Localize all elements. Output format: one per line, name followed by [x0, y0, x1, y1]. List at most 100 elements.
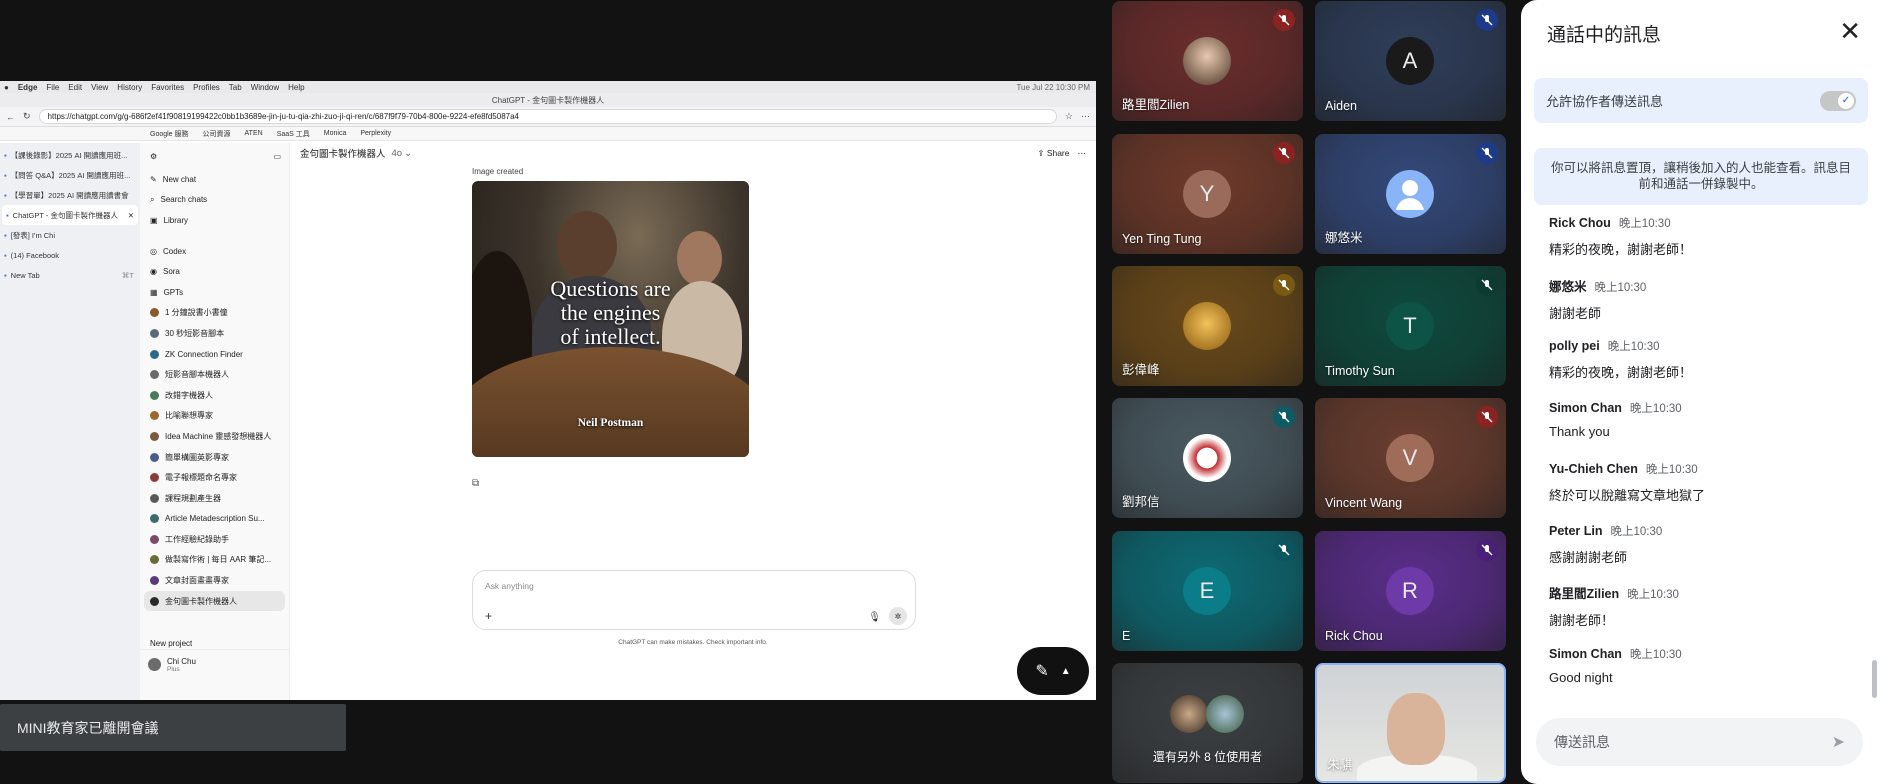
scrollbar[interactable]: [1872, 660, 1877, 698]
menu-item-8[interactable]: Window: [251, 83, 279, 92]
participant-tile[interactable]: 朱騏: [1315, 663, 1506, 783]
allow-messages-toggle[interactable]: ✓: [1820, 90, 1856, 111]
gpt-list-item[interactable]: 文章封面畫畫專家: [140, 570, 289, 591]
codex-button[interactable]: ◎ Codex: [140, 241, 289, 262]
menu-item-9[interactable]: Help: [288, 83, 304, 92]
gpt-list-item[interactable]: ZK Connection Finder: [140, 344, 289, 365]
browser-tab[interactable]: ▪ 【學習單】2025 AI 開讀應用讀書會: [0, 185, 140, 205]
message-header: Rick Chou 晚上10:30: [1549, 214, 1859, 232]
gpt-list-item[interactable]: 電子報標題命名專家: [140, 467, 289, 488]
participant-tile[interactable]: 娜悠米: [1315, 134, 1506, 254]
sidebar-toggle-icon[interactable]: ▭: [273, 152, 281, 161]
back-icon[interactable]: ←: [6, 112, 15, 122]
refresh-icon[interactable]: ↻: [23, 111, 31, 122]
gpt-list-item[interactable]: 改錯字機器人: [140, 385, 289, 406]
avatar: [148, 658, 161, 671]
sora-button[interactable]: ◉ Sora: [140, 261, 289, 282]
mic-off-icon: [1273, 539, 1295, 561]
openai-logo-icon[interactable]: ⚙: [150, 152, 157, 161]
copy-icon[interactable]: ⧉: [472, 478, 479, 489]
close-tab-icon[interactable]: ✕: [128, 211, 134, 220]
search-chats-button[interactable]: ⌕ Search chats: [140, 190, 289, 211]
browser-tab[interactable]: ▪ ChatGPT - 金句圖卡製作機器人 ✕: [2, 205, 138, 225]
gpt-list-item[interactable]: 簡單構圖英影專家: [140, 447, 289, 468]
gpt-list-item[interactable]: 做製寫作術 | 每日 AAR 筆記...: [140, 550, 289, 571]
bookmark-5[interactable]: Perplexity: [360, 130, 391, 137]
menu-item-6[interactable]: Profiles: [193, 83, 220, 92]
voice-mode-icon[interactable]: ✲: [889, 607, 907, 625]
avatar-photo: [1183, 37, 1231, 85]
gpt-list-item[interactable]: Idea Machine 靈感發想機器人: [140, 426, 289, 447]
gpt-list-item[interactable]: 課程規劃產生器: [140, 488, 289, 509]
bookmark-0[interactable]: Google 服務: [150, 129, 189, 139]
plus-icon[interactable]: +: [485, 609, 492, 623]
avatar-initial: R: [1402, 578, 1418, 603]
participant-name: Yen Ting Tung: [1122, 232, 1202, 246]
gpt-list-item[interactable]: 1 分鐘說書小書僮: [140, 303, 289, 324]
message-composer[interactable]: Ask anything + 🎙 ✲: [472, 570, 916, 630]
menu-item-4[interactable]: History: [117, 83, 142, 92]
share-button[interactable]: ⇪ Share: [1037, 148, 1069, 159]
generated-quote-image[interactable]: Questions are the engines of intellect. …: [472, 181, 749, 457]
chat-message: Yu-Chieh Chen 晚上10:30 終於可以脫離寫文章地獄了: [1549, 460, 1859, 522]
browser-tab[interactable]: ▪ 【問答 Q&A】2025 AI 開讀應用班...: [0, 165, 140, 185]
participant-name: E: [1122, 629, 1131, 643]
new-chat-button[interactable]: ✎ New chat: [140, 169, 289, 190]
bookmark-4[interactable]: Monica: [324, 130, 347, 137]
participant-tile[interactable]: A Aiden: [1315, 1, 1506, 121]
browser-tab[interactable]: ▪ (14) Facebook: [0, 245, 140, 265]
tab-favicon-icon: ▪: [6, 210, 9, 220]
model-label[interactable]: 4o: [392, 148, 403, 159]
browser-tab[interactable]: ▪ [發表] I'm Chi: [0, 225, 140, 245]
url-field[interactable]: https://chatgpt.com/g/g-686f2ef41f908191…: [38, 109, 1057, 124]
participant-tile[interactable]: T Timothy Sun: [1315, 266, 1506, 386]
menu-item-3[interactable]: View: [91, 83, 108, 92]
message-time: 晚上10:30: [1629, 402, 1682, 415]
browser-tab[interactable]: ▪ 【課後錄影】2025 AI 開讀應用班...: [0, 145, 140, 165]
bookmark-3[interactable]: SaaS 工具: [277, 129, 310, 139]
tab-label: ChatGPT - 金句圖卡製作機器人: [12, 210, 118, 220]
participant-tile[interactable]: V Vincent Wang: [1315, 398, 1506, 518]
participant-tile[interactable]: 還有另外 8 位使用者: [1112, 663, 1303, 783]
gpt-avatar-icon: [150, 411, 159, 421]
annotate-button[interactable]: ✎ ▲: [1017, 647, 1089, 695]
gpt-list-item[interactable]: Article Metadescription Su...: [140, 509, 289, 530]
menu-item-2[interactable]: Edit: [68, 83, 82, 92]
gpt-list-item[interactable]: 金句圖卡製作機器人: [144, 590, 285, 612]
chevron-down-icon[interactable]: ⌄: [404, 148, 412, 159]
user-profile[interactable]: Chi Chu Plus: [140, 649, 289, 679]
gpt-list-item[interactable]: 工作經驗紀錄助手: [140, 529, 289, 550]
send-icon[interactable]: ➤: [1832, 732, 1845, 752]
gpts-button[interactable]: ▦ GPTs: [140, 282, 289, 303]
browser-tab[interactable]: ▪ New Tab ⌘T: [0, 265, 140, 285]
apple-icon[interactable]: ●: [4, 83, 9, 92]
participant-tile[interactable]: 彭偉峰: [1112, 266, 1303, 386]
menu-item-1[interactable]: File: [46, 83, 59, 92]
favorite-icon[interactable]: ☆: [1065, 111, 1073, 122]
menu-item-5[interactable]: Favorites: [151, 83, 184, 92]
avatar: R: [1386, 567, 1434, 615]
microphone-icon[interactable]: 🎙: [868, 612, 881, 623]
participant-tile[interactable]: 路里閻Zilien: [1112, 1, 1303, 121]
gpt-title[interactable]: 金句圖卡製作機器人: [300, 146, 386, 160]
send-message-input[interactable]: 傳送訊息 ➤: [1536, 718, 1863, 766]
more-options-icon[interactable]: ⋯: [1078, 148, 1087, 159]
bookmark-2[interactable]: ATEN: [245, 130, 263, 137]
message-sender: Peter Lin: [1549, 523, 1603, 538]
shared-screen: ● Edge File Edit View History Favorites Profil…: [0, 81, 1096, 700]
participant-tile[interactable]: 劉邦信: [1112, 398, 1303, 518]
library-button[interactable]: ▣ Library: [140, 210, 289, 231]
gpt-list-item[interactable]: 短影音腳本機器人: [140, 364, 289, 385]
participant-name: 劉邦信: [1122, 495, 1160, 509]
participant-tile[interactable]: Y Yen Ting Tung: [1112, 134, 1303, 254]
close-icon[interactable]: ✕: [1839, 18, 1861, 44]
gpt-list-item[interactable]: 30 秒短影音腳本: [140, 323, 289, 344]
participant-tile[interactable]: R Rick Chou: [1315, 531, 1506, 651]
bookmark-1[interactable]: 公司資源: [203, 129, 231, 139]
menu-item-0[interactable]: Edge: [18, 83, 38, 92]
more-icon[interactable]: ⋯: [1081, 111, 1090, 122]
menu-item-7[interactable]: Tab: [229, 83, 242, 92]
avatar: V: [1386, 434, 1434, 482]
participant-tile[interactable]: EE: [1112, 531, 1303, 651]
gpt-list-item[interactable]: 比喻聯想專家: [140, 406, 289, 427]
